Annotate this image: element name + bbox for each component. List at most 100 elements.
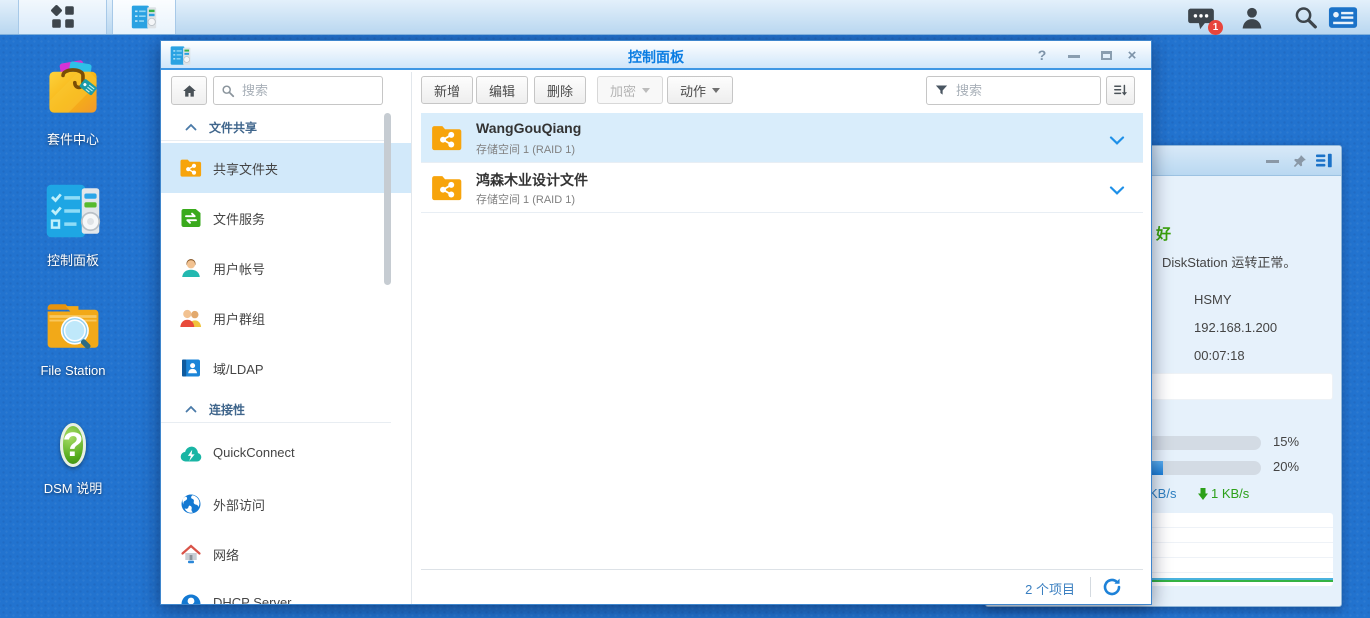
dsm-help-icon: ? (60, 418, 87, 472)
section-label: 文件共享 (209, 119, 257, 136)
item-count: 2 个项目 (1025, 579, 1075, 598)
status-bar: 2 个项目 (421, 569, 1143, 604)
widget-panel-icon[interactable] (1316, 153, 1333, 173)
sidebar-item-external-access[interactable]: 外部访问 (161, 479, 412, 529)
file-services-icon (179, 206, 203, 235)
file-station-icon (44, 300, 102, 357)
sidebar-item-network[interactable]: 网络 (161, 529, 412, 579)
section-file-sharing[interactable]: 文件共享 (161, 115, 391, 141)
folder-location: 存储空间 1 (RAID 1) (476, 141, 575, 157)
edit-button[interactable]: 编辑 (476, 76, 528, 104)
desktop-icon-file-station[interactable]: File Station (17, 300, 129, 378)
filter-icon (934, 83, 949, 98)
download-arrow-icon (1198, 488, 1208, 500)
package-center-icon (44, 60, 102, 123)
user-group-icon (179, 306, 203, 335)
ram-percent-label: 20% (1273, 459, 1299, 474)
sidebar-item-shared-folder[interactable]: 共享文件夹 (161, 143, 412, 193)
shared-folder-icon (430, 171, 464, 210)
control-panel-task-icon (131, 4, 157, 30)
desktop-icon-dsm-help[interactable]: ? DSM 说明 (17, 418, 129, 497)
search-icon (1293, 5, 1318, 30)
folder-search-input[interactable] (954, 82, 1093, 99)
folder-row-hongsen[interactable]: 鸿森木业设计文件 存储空间 1 (RAID 1) (421, 163, 1143, 213)
delete-button-label: 删除 (547, 81, 573, 100)
sidebar-search-box[interactable] (213, 76, 383, 105)
user-icon (179, 256, 203, 285)
shared-folder-pane: 新增 编辑 删除 加密 动作 WangGouQiang 存储空间 (413, 72, 1151, 604)
sidebar-item-label: 外部访问 (213, 495, 265, 514)
dhcp-server-icon (179, 592, 203, 604)
action-dropdown-button[interactable]: 动作 (667, 76, 733, 104)
refresh-icon (1101, 576, 1123, 598)
sidebar-item-label: 网络 (213, 545, 239, 564)
cpu-percent-label: 15% (1273, 434, 1299, 449)
encrypt-button-label: 加密 (610, 81, 636, 100)
status-separator (1090, 577, 1091, 597)
desktop-icon-label: 控制面板 (17, 250, 129, 269)
widgets-icon (1328, 6, 1358, 29)
shared-folder-icon (430, 121, 464, 160)
sidebar-item-label: 域/LDAP (213, 359, 264, 378)
desktop-icon-label: File Station (17, 363, 129, 378)
encrypt-dropdown-button[interactable]: 加密 (597, 76, 663, 104)
sidebar-search-input[interactable] (240, 82, 375, 99)
window-titlebar[interactable]: 控制面板 ? × (161, 41, 1151, 70)
pin-icon[interactable] (1292, 154, 1307, 174)
sidebar-item-domain-ldap[interactable]: 域/LDAP (161, 343, 412, 393)
caret-down-icon (712, 88, 720, 93)
sidebar-item-dhcp-server[interactable]: DHCP Server (161, 579, 412, 604)
widgets-button[interactable] (1326, 3, 1360, 32)
question-mark-icon: ? (60, 423, 87, 467)
user-menu-button[interactable] (1233, 3, 1271, 32)
new-button-label: 新增 (434, 81, 460, 100)
folder-search-box[interactable] (926, 76, 1101, 105)
edit-button-label: 编辑 (489, 81, 515, 100)
search-button[interactable] (1286, 3, 1324, 32)
download-speed-label: 1 KB/s (1198, 486, 1249, 501)
notifications-button[interactable]: 1 (1182, 3, 1220, 32)
main-menu-button[interactable] (18, 0, 107, 34)
search-icon (221, 84, 235, 98)
close-icon[interactable]: × (1121, 46, 1143, 65)
server-name-value: HSMY (1194, 292, 1232, 307)
refresh-button[interactable] (1101, 576, 1125, 600)
caret-down-icon (642, 88, 650, 93)
sidebar-item-file-services[interactable]: 文件服务 (161, 193, 412, 243)
network-home-icon (179, 542, 203, 571)
sidebar-scrollbar[interactable] (384, 113, 391, 285)
quickconnect-icon (179, 442, 203, 471)
sidebar-item-label: 用户群组 (213, 309, 265, 328)
sidebar-item-user-group[interactable]: 用户群组 (161, 293, 412, 343)
folder-row-wanggouqiang[interactable]: WangGouQiang 存储空间 1 (RAID 1) (421, 113, 1143, 163)
sidebar-item-quickconnect[interactable]: QuickConnect (161, 429, 412, 479)
control-panel-taskbar-button[interactable] (112, 0, 176, 34)
section-label: 连接性 (209, 401, 245, 418)
sidebar-item-user-account[interactable]: 用户帐号 (161, 243, 412, 293)
help-icon[interactable]: ? (1031, 46, 1053, 65)
chevron-down-icon[interactable] (1109, 133, 1125, 151)
maximize-icon[interactable] (1095, 46, 1117, 65)
control-panel-icon (45, 183, 101, 244)
desktop-icon-package-center[interactable]: 套件中心 (17, 60, 129, 148)
action-button-label: 动作 (680, 81, 706, 100)
sidebar-item-label: 文件服务 (213, 209, 265, 228)
section-connectivity[interactable]: 连接性 (161, 397, 391, 423)
sidebar-item-label: 共享文件夹 (213, 159, 278, 178)
delete-button[interactable]: 删除 (534, 76, 586, 104)
sort-button[interactable] (1106, 76, 1135, 105)
chevron-down-icon[interactable] (1109, 183, 1125, 201)
shared-folder-icon (179, 156, 203, 185)
sidebar-item-label: QuickConnect (213, 445, 295, 460)
upload-speed-label: KB/s (1149, 486, 1176, 501)
desktop-icon-control-panel[interactable]: 控制面板 (17, 183, 129, 269)
health-message: DiskStation 运转正常。 (1162, 252, 1296, 271)
widget-minimize-icon[interactable] (1266, 160, 1279, 163)
home-button[interactable] (171, 76, 207, 105)
new-button[interactable]: 新增 (421, 76, 473, 104)
chevron-up-icon (185, 123, 197, 131)
health-status-text: 好 (1156, 223, 1171, 244)
user-icon (1240, 5, 1264, 31)
minimize-icon[interactable] (1063, 46, 1085, 65)
desktop-icon-label: 套件中心 (17, 129, 129, 148)
